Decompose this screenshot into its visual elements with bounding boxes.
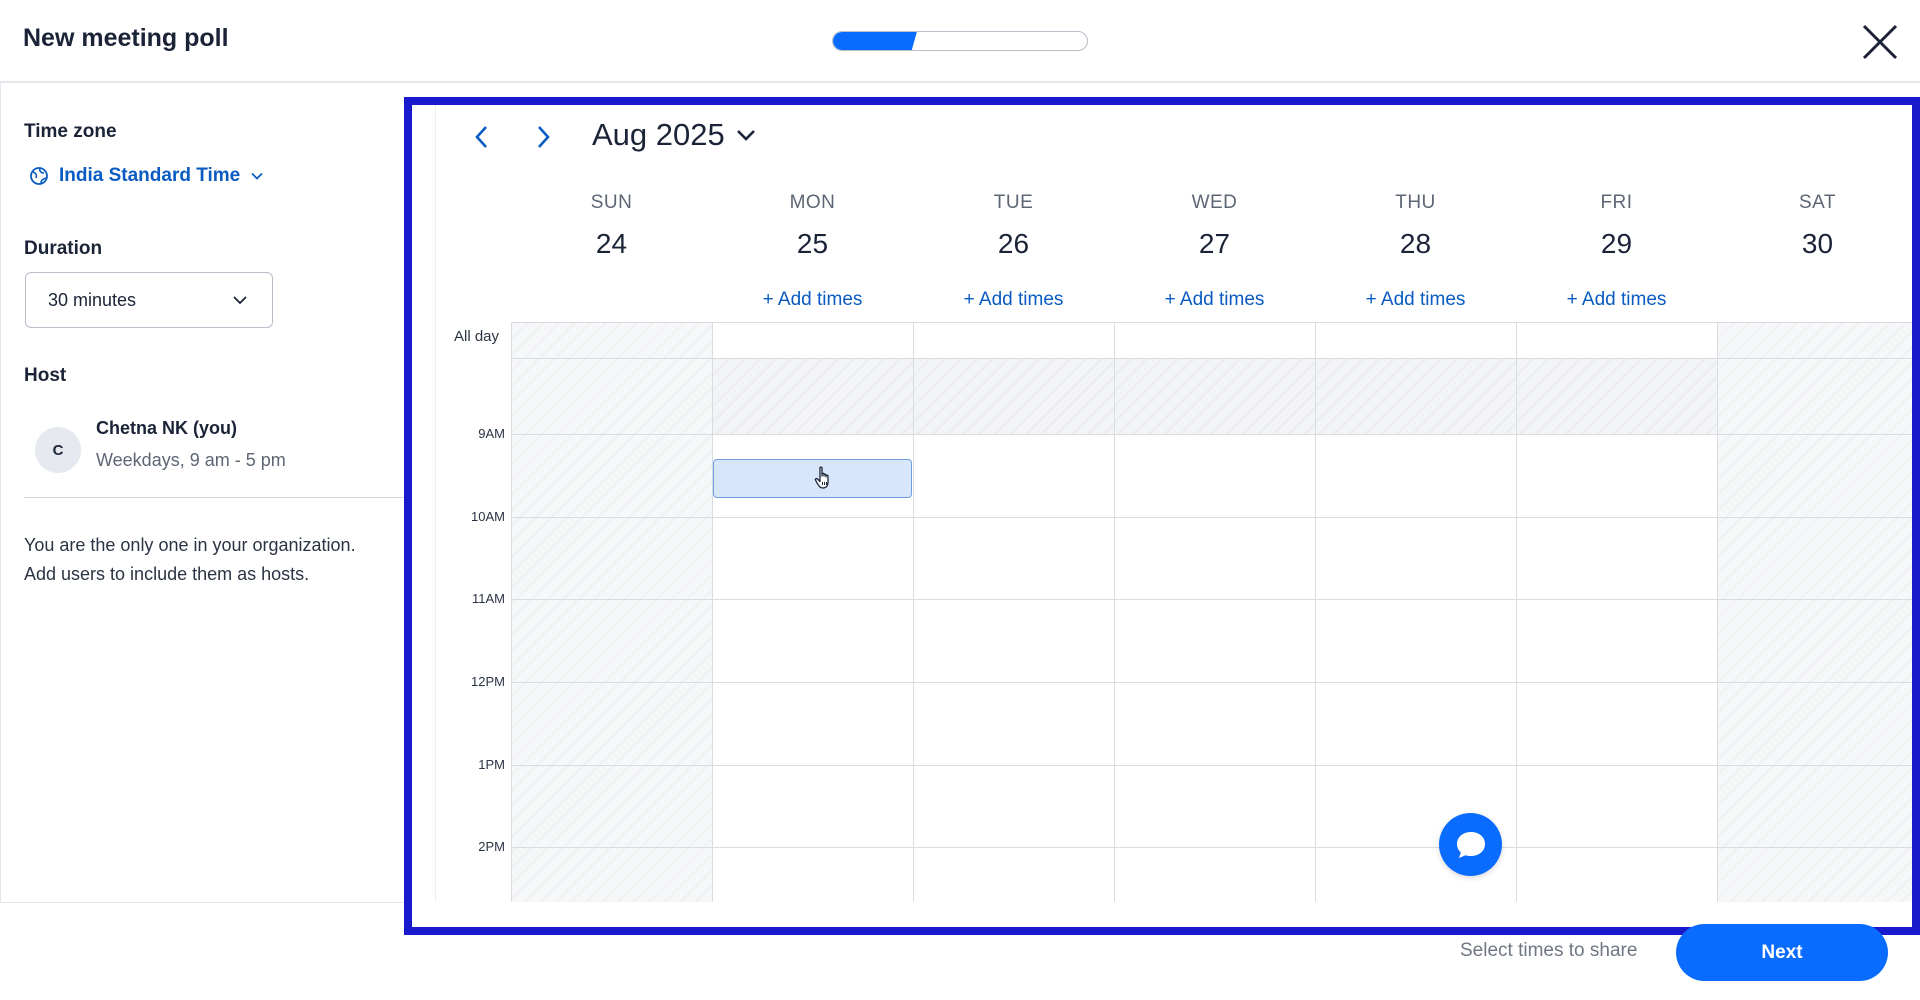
day-name: FRI bbox=[1600, 192, 1633, 213]
day-header-sun: SUN 24 bbox=[511, 192, 712, 260]
avatar: C bbox=[35, 427, 81, 473]
unavailable-block bbox=[1115, 358, 1315, 434]
host-label: Host bbox=[24, 365, 67, 386]
grid-line bbox=[511, 434, 1920, 435]
grid-line bbox=[511, 599, 1920, 600]
day-header-thu: THU 28 bbox=[1315, 192, 1516, 260]
grid-line bbox=[511, 358, 1920, 359]
host-card: C Chetna NK (you) Weekdays, 9 am - 5 pm bbox=[35, 417, 286, 473]
org-note-line: You are the only one in your organizatio… bbox=[24, 535, 356, 555]
page-title: New meeting poll bbox=[23, 24, 229, 52]
day-name: TUE bbox=[993, 192, 1034, 213]
divider bbox=[24, 497, 406, 498]
unavailable-block bbox=[1316, 358, 1516, 434]
calendar-grid[interactable] bbox=[511, 322, 1920, 902]
day-number: 26 bbox=[997, 228, 1030, 259]
day-header-mon: MON 25 bbox=[712, 192, 913, 260]
day-number: 29 bbox=[1600, 228, 1633, 259]
close-icon bbox=[1862, 24, 1898, 60]
duration-label: Duration bbox=[24, 238, 103, 259]
grid-line bbox=[511, 322, 1920, 323]
unavailable-block bbox=[1517, 358, 1717, 434]
day-number: 30 bbox=[1801, 228, 1834, 259]
all-day-label: All day bbox=[454, 328, 500, 345]
timezone-value: India Standard Time bbox=[59, 165, 241, 186]
hand-cursor-icon bbox=[814, 466, 829, 489]
add-times-mon[interactable]: + Add times bbox=[712, 289, 913, 311]
grid-line bbox=[511, 517, 1920, 518]
day-column-wed[interactable] bbox=[1114, 322, 1315, 902]
day-column-sun bbox=[511, 322, 712, 902]
grid-line bbox=[511, 765, 1920, 766]
grid-line bbox=[511, 682, 1920, 683]
day-number: 28 bbox=[1399, 228, 1432, 259]
day-header-wed: WED 27 bbox=[1114, 192, 1315, 260]
day-name: SAT bbox=[1798, 192, 1837, 213]
time-label: 10AM bbox=[471, 509, 505, 524]
time-label: 9AM bbox=[478, 426, 505, 441]
chevron-down-icon bbox=[251, 172, 263, 180]
day-column-thu[interactable] bbox=[1315, 322, 1516, 902]
chevron-right-icon bbox=[538, 126, 550, 148]
day-number: 24 bbox=[595, 228, 628, 259]
day-header-sat: SAT 30 bbox=[1717, 192, 1918, 260]
month-label: Aug 2025 bbox=[592, 117, 725, 152]
settings-panel: Time zone India Standard Time Duration 3… bbox=[0, 83, 406, 903]
day-number: 27 bbox=[1198, 228, 1231, 259]
previous-week-button[interactable] bbox=[465, 120, 499, 154]
grid-line bbox=[511, 847, 1920, 848]
day-name: WED bbox=[1191, 192, 1238, 213]
unavailable-block bbox=[713, 358, 913, 434]
host-hours: Weekdays, 9 am - 5 pm bbox=[96, 450, 286, 470]
day-name: MON bbox=[789, 192, 836, 213]
progress-bar bbox=[832, 31, 1088, 51]
chat-button[interactable] bbox=[1439, 813, 1502, 876]
time-label: 2PM bbox=[478, 839, 505, 854]
chat-bubble-icon bbox=[1456, 831, 1485, 858]
calendar: Aug 2025 SUN 24 MON 25 TUE 26 WED 27 THU… bbox=[408, 100, 1920, 902]
footer-hint: Select times to share bbox=[1460, 940, 1638, 961]
time-label: 11AM bbox=[472, 591, 505, 606]
scrollbar[interactable] bbox=[1912, 550, 1916, 680]
unavailable-block bbox=[914, 358, 1114, 434]
progress-fill bbox=[833, 32, 917, 50]
modal-header: New meeting poll bbox=[0, 0, 1920, 83]
day-name: THU bbox=[1395, 192, 1436, 213]
day-header-fri: FRI 29 bbox=[1516, 192, 1717, 260]
add-times-thu[interactable]: + Add times bbox=[1315, 289, 1516, 311]
org-note-line: Add users to include them as hosts. bbox=[24, 564, 310, 584]
duration-value: 30 minutes bbox=[48, 289, 137, 310]
day-column-sat bbox=[1717, 322, 1918, 902]
day-number: 25 bbox=[796, 228, 829, 259]
day-column-tue[interactable] bbox=[913, 322, 1114, 902]
calendar-edge bbox=[416, 100, 436, 902]
day-name: SUN bbox=[590, 192, 633, 213]
day-column-fri[interactable] bbox=[1516, 322, 1717, 902]
time-label: 1PM bbox=[478, 757, 505, 772]
time-label: 12PM bbox=[471, 674, 505, 689]
month-selector[interactable]: Aug 2025 bbox=[592, 117, 757, 153]
chevron-down-icon bbox=[233, 296, 247, 305]
org-note: You are the only one in your organizatio… bbox=[24, 531, 404, 589]
chevron-down-icon bbox=[736, 130, 755, 141]
next-button[interactable]: Next bbox=[1676, 924, 1888, 981]
add-times-tue[interactable]: + Add times bbox=[913, 289, 1114, 311]
day-column-mon[interactable] bbox=[712, 322, 913, 902]
host-name: Chetna NK (you) bbox=[96, 418, 237, 438]
add-times-wed[interactable]: + Add times bbox=[1114, 289, 1315, 311]
selected-time-slot[interactable] bbox=[713, 459, 912, 498]
duration-select[interactable]: 30 minutes bbox=[25, 272, 273, 328]
day-header-tue: TUE 26 bbox=[913, 192, 1114, 260]
globe-icon bbox=[30, 167, 48, 185]
add-times-fri[interactable]: + Add times bbox=[1516, 289, 1717, 311]
timezone-label: Time zone bbox=[24, 121, 117, 142]
next-week-button[interactable] bbox=[526, 120, 560, 154]
chevron-left-icon bbox=[475, 126, 487, 148]
timezone-selector[interactable]: India Standard Time bbox=[29, 165, 264, 187]
close-button[interactable] bbox=[1858, 20, 1902, 64]
